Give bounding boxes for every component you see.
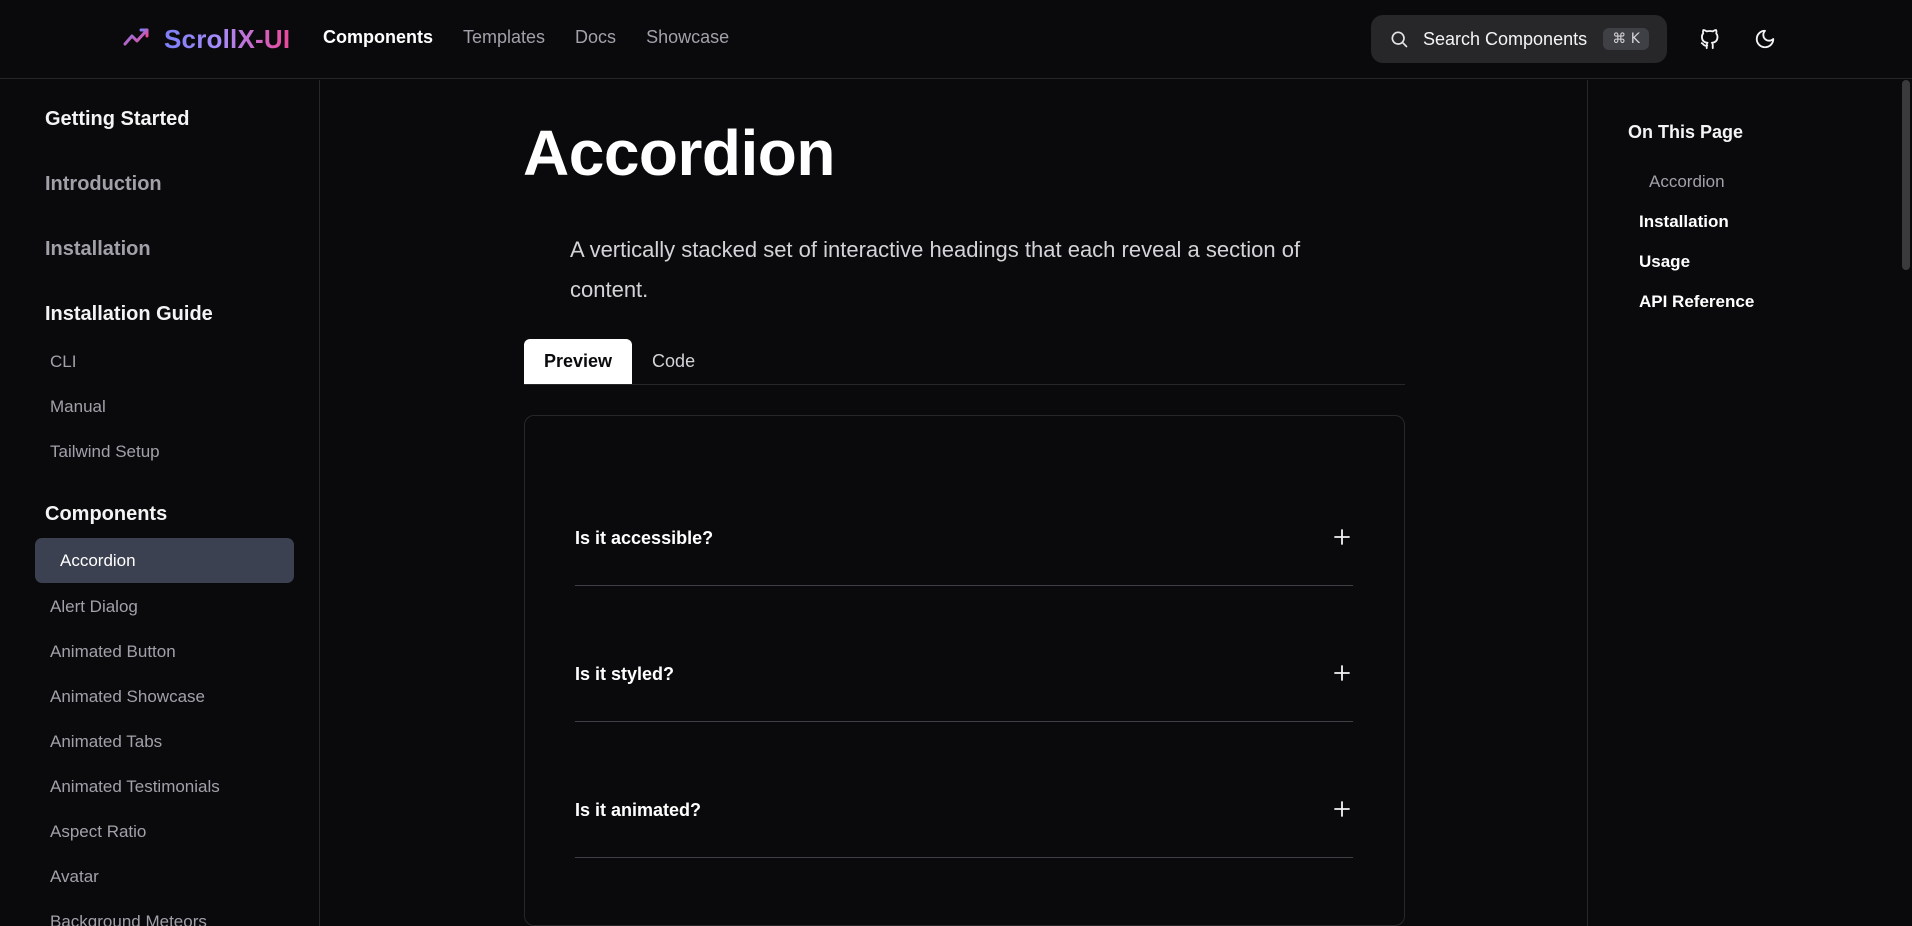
- toc-link-accordion[interactable]: Accordion: [1649, 172, 1725, 192]
- plus-icon[interactable]: [1331, 662, 1353, 684]
- sidebar-item-background-meteors[interactable]: Background Meteors: [50, 912, 207, 926]
- nav-components[interactable]: Components: [323, 27, 433, 48]
- sidebar-item-cli[interactable]: CLI: [50, 352, 76, 372]
- sidebar-item-animated-showcase[interactable]: Animated Showcase: [50, 687, 205, 707]
- accordion-item[interactable]: Is it animated?: [575, 778, 1353, 858]
- sidebar-item-manual[interactable]: Manual: [50, 397, 106, 417]
- top-nav: Components Templates Docs Showcase: [323, 27, 729, 48]
- search-button[interactable]: Search Components ⌘ K: [1371, 15, 1667, 63]
- toc-title: On This Page: [1628, 122, 1744, 142]
- sidebar-item-animated-button[interactable]: Animated Button: [50, 642, 176, 662]
- accordion-item[interactable]: Is it accessible?: [575, 506, 1353, 586]
- toc-link-usage[interactable]: Usage: [1639, 252, 1690, 272]
- accordion-item[interactable]: Is it styled?: [575, 642, 1353, 722]
- page-title: Accordion: [523, 117, 835, 189]
- theme-toggle-button[interactable]: [1748, 22, 1782, 56]
- sidebar-heading-components: Components: [45, 503, 168, 525]
- plus-icon[interactable]: [1331, 798, 1353, 820]
- accordion-question: Is it styled?: [575, 664, 675, 684]
- nav-docs[interactable]: Docs: [575, 27, 616, 48]
- search-label: Search Components: [1423, 28, 1588, 49]
- nav-showcase[interactable]: Showcase: [646, 27, 729, 48]
- search-shortcut-badge: ⌘ K: [1603, 28, 1649, 50]
- preview-panel: Is it accessible? Is it styled? Is it an…: [524, 415, 1405, 926]
- sidebar-link-introduction[interactable]: Introduction: [45, 173, 162, 196]
- tab-code[interactable]: Code: [632, 339, 715, 384]
- github-button[interactable]: [1693, 22, 1727, 56]
- sidebar-heading-getting-started: Getting Started: [45, 108, 190, 130]
- sidebar-item-accordion[interactable]: Accordion: [35, 538, 294, 583]
- sidebar-item-aspect-ratio[interactable]: Aspect Ratio: [50, 822, 146, 842]
- sidebar-item-animated-tabs[interactable]: Animated Tabs: [50, 732, 162, 752]
- search-icon: [1391, 31, 1408, 48]
- nav-templates[interactable]: Templates: [463, 27, 545, 48]
- left-sidebar: Getting Started Introduction Installatio…: [0, 80, 320, 926]
- sidebar-item-tailwind-setup[interactable]: Tailwind Setup: [50, 442, 160, 462]
- brand-name: ScrollX-UI: [164, 23, 291, 54]
- sidebar-item-alert-dialog[interactable]: Alert Dialog: [50, 597, 138, 617]
- sidebar-item-animated-testimonials[interactable]: Animated Testimonials: [50, 777, 220, 797]
- preview-code-tabs: Preview Code: [524, 339, 1405, 385]
- toc-link-api-reference[interactable]: API Reference: [1639, 292, 1754, 312]
- moon-icon: [1755, 29, 1775, 49]
- tab-preview[interactable]: Preview: [524, 339, 633, 384]
- table-of-contents: On This Page Accordion Installation Usag…: [1587, 80, 1912, 926]
- github-icon: [1700, 29, 1719, 50]
- page-description: A vertically stacked set of interactive …: [570, 237, 1301, 302]
- top-header: ScrollX-UI Components Templates Docs Sho…: [0, 0, 1912, 79]
- sidebar-item-avatar[interactable]: Avatar: [50, 867, 99, 887]
- accordion-question: Is it accessible?: [575, 528, 714, 548]
- sidebar-link-installation[interactable]: Installation: [45, 238, 151, 261]
- brand[interactable]: ScrollX-UI: [122, 22, 290, 56]
- page-scrollbar[interactable]: [1902, 80, 1910, 270]
- plus-icon[interactable]: [1331, 526, 1353, 548]
- toc-link-installation[interactable]: Installation: [1639, 212, 1729, 232]
- accordion-question: Is it animated?: [575, 800, 702, 820]
- trending-chart-icon: [123, 28, 151, 52]
- sidebar-heading-installation-guide: Installation Guide: [45, 303, 213, 325]
